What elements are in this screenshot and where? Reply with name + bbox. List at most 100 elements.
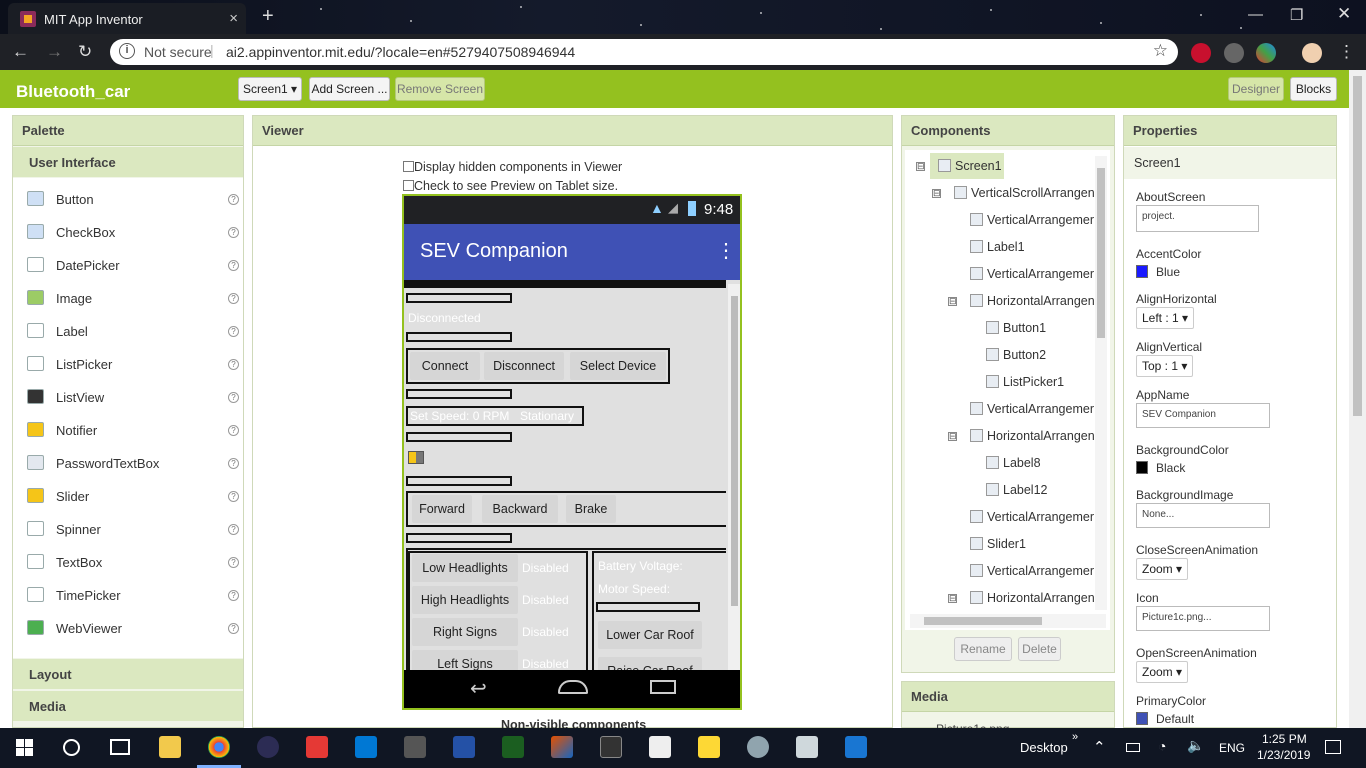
blocks-button[interactable]: Blocks — [1290, 77, 1337, 101]
low-headlights-button[interactable]: Low Headlights — [412, 554, 518, 582]
backgroundimage-picker[interactable]: None... — [1136, 503, 1270, 528]
clock-time[interactable]: 1:25 PM — [1262, 732, 1307, 746]
palette-item-listpicker[interactable]: ListPicker? — [27, 353, 241, 377]
closescreenanimation-dropdown[interactable]: Zoom ▾ — [1136, 558, 1189, 580]
backward-button[interactable]: Backward — [482, 495, 558, 523]
overflow-menu-icon[interactable]: ⋮ — [716, 238, 736, 263]
chrome-menu-icon[interactable]: ⋮ — [1338, 42, 1355, 62]
tree-item[interactable]: ListPicker1 — [986, 375, 1064, 389]
collapse-toggle-icon[interactable]: ⊟ — [916, 162, 925, 171]
battery-tray-icon[interactable] — [1126, 743, 1140, 752]
palette-item-timepicker[interactable]: TimePicker? — [27, 584, 241, 608]
alignvertical-dropdown[interactable]: Top : 1 ▾ — [1136, 355, 1194, 377]
tree-hscrollbar[interactable] — [910, 614, 1106, 628]
back-nav-icon[interactable]: ↩ — [470, 676, 487, 701]
palette-item-label[interactable]: Label? — [27, 320, 241, 344]
palette-item-button[interactable]: Button? — [27, 188, 241, 212]
vertical-arrangement[interactable] — [406, 533, 512, 543]
tablet-preview-option[interactable]: Check to see Preview on Tablet size. — [403, 179, 618, 193]
recents-nav-icon[interactable] — [650, 680, 676, 694]
extension-icon[interactable] — [1256, 43, 1276, 63]
vertical-arrangement[interactable] — [406, 432, 512, 442]
help-icon[interactable]: ? — [228, 260, 239, 271]
tree-item[interactable]: VerticalArrangemer — [970, 564, 1094, 578]
help-icon[interactable]: ? — [228, 359, 239, 370]
tree-item[interactable]: Slider1 — [970, 537, 1026, 551]
category-media[interactable]: Media — [13, 691, 243, 721]
aboutscreen-textarea[interactable]: project. — [1136, 205, 1259, 232]
brake-button[interactable]: Brake — [566, 495, 616, 523]
primarycolor-swatch[interactable] — [1136, 712, 1148, 725]
page-scrollbar[interactable] — [1349, 70, 1366, 728]
palette-item-image[interactable]: Image? — [27, 287, 241, 311]
tree-item[interactable]: Label1 — [970, 240, 1025, 254]
show-hidden-icons-icon[interactable]: ⌃ — [1093, 738, 1106, 756]
vertical-arrangement[interactable] — [406, 332, 512, 342]
high-headlights-button[interactable]: High Headlights — [412, 586, 518, 614]
chrome-icon[interactable] — [208, 736, 230, 758]
palette-item-textbox[interactable]: TextBox? — [27, 551, 241, 575]
accentcolor-value[interactable]: Blue — [1156, 265, 1180, 279]
forward-button[interactable]: Forward — [412, 495, 472, 523]
help-icon[interactable]: ? — [228, 293, 239, 304]
matlab-icon[interactable] — [551, 736, 573, 758]
palette-item-datepicker[interactable]: DatePicker? — [27, 254, 241, 278]
raspberry-icon[interactable] — [306, 736, 328, 758]
collapse-toggle-icon[interactable]: ⊟ — [948, 594, 957, 603]
cortana-icon[interactable] — [63, 739, 80, 756]
close-tab-icon[interactable]: × — [229, 10, 238, 27]
start-windows-icon[interactable] — [16, 739, 33, 756]
palette-item-notifier[interactable]: Notifier? — [27, 419, 241, 443]
tree-item[interactable]: Button2 — [986, 348, 1046, 362]
help-icon[interactable]: ? — [228, 227, 239, 238]
image-viewer-icon[interactable] — [796, 736, 818, 758]
help-icon[interactable]: ? — [228, 392, 239, 403]
openscreenanimation-dropdown[interactable]: Zoom ▾ — [1136, 661, 1189, 683]
sticky-notes-icon[interactable] — [698, 736, 720, 758]
rename-button[interactable]: Rename — [954, 637, 1012, 661]
language-indicator[interactable]: ENG — [1219, 741, 1245, 755]
palette-item-spinner[interactable]: Spinner? — [27, 518, 241, 542]
eclipse-icon[interactable] — [257, 736, 279, 758]
volume-tray-icon[interactable]: 🔈 — [1187, 737, 1204, 754]
file-explorer-icon[interactable] — [159, 736, 181, 758]
palette-item-passwordtextbox[interactable]: PasswordTextBox? — [27, 452, 241, 476]
slider-icon[interactable] — [408, 451, 424, 464]
notifications-icon[interactable] — [1325, 740, 1341, 754]
vscode-icon[interactable] — [355, 736, 377, 758]
tree-item[interactable]: Label12 — [986, 483, 1048, 497]
toolbar-expand-icon[interactable]: » — [1072, 731, 1078, 743]
vertical-arrangement[interactable] — [596, 602, 700, 612]
phone-scrollbar[interactable] — [728, 284, 740, 670]
pocket-extension-icon[interactable] — [1224, 43, 1244, 63]
calculator-icon[interactable] — [649, 736, 671, 758]
profile-avatar[interactable] — [1302, 43, 1322, 63]
circuit-icon[interactable] — [502, 736, 524, 758]
collapse-toggle-icon[interactable]: ⊟ — [948, 297, 957, 306]
wifi-tray-icon[interactable]: ◔ — [1158, 738, 1166, 754]
phone-preview[interactable]: ▲ ◢ 9:48 SEV Companion ⋮ Disconnected Co… — [402, 194, 742, 710]
help-icon[interactable]: ? — [228, 590, 239, 601]
collapse-toggle-icon[interactable]: ⊟ — [948, 432, 957, 441]
help-icon[interactable]: ? — [228, 194, 239, 205]
tool-icon[interactable] — [404, 736, 426, 758]
forward-icon[interactable]: → — [46, 42, 63, 62]
collapse-toggle-icon[interactable]: ⊟ — [932, 189, 941, 198]
back-icon[interactable]: ← — [12, 42, 29, 62]
right-signs-button[interactable]: Right Signs — [412, 618, 518, 646]
alignhorizontal-dropdown[interactable]: Left : 1 ▾ — [1136, 307, 1195, 329]
app-icon[interactable] — [747, 736, 769, 758]
help-icon[interactable]: ? — [228, 557, 239, 568]
url-text[interactable]: ai2.appinventor.mit.edu/?locale=en#52794… — [226, 44, 575, 60]
vertical-arrangement[interactable] — [406, 389, 512, 399]
reload-icon[interactable]: ↻ — [78, 42, 92, 62]
task-view-icon[interactable] — [110, 739, 130, 755]
hidden-components-option[interactable]: Display hidden components in Viewer — [403, 160, 622, 174]
backgroundcolor-value[interactable]: Black — [1156, 461, 1185, 475]
tree-item[interactable]: VerticalArrangemer — [970, 213, 1094, 227]
help-icon[interactable]: ? — [228, 623, 239, 634]
tree-item[interactable]: VerticalArrangemer — [970, 267, 1094, 281]
screen-selector[interactable]: Screen1 ▾ — [238, 77, 302, 101]
tree-vscrollbar[interactable] — [1095, 156, 1107, 610]
help-icon[interactable]: ? — [228, 326, 239, 337]
